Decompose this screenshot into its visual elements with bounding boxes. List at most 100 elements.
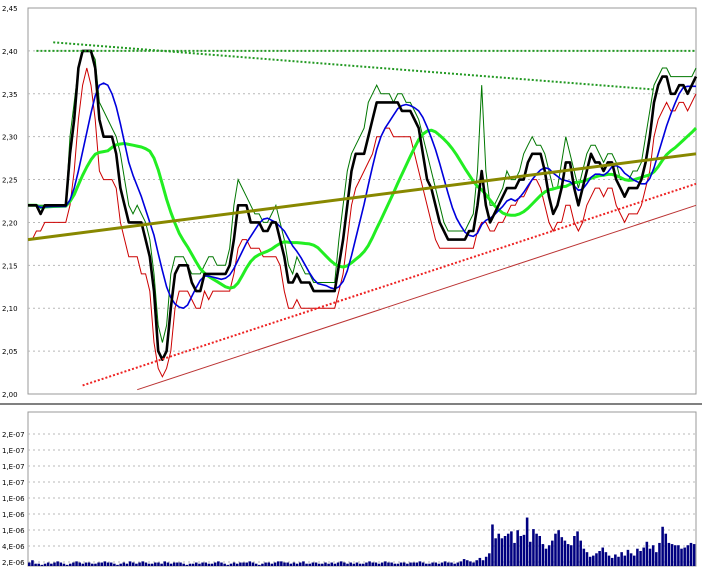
volume-bar [519, 536, 523, 566]
volume-bar [343, 562, 346, 566]
volume-tick-label: 1,E-06 [2, 527, 25, 535]
volume-bar [437, 563, 441, 566]
volume-bar [484, 556, 488, 566]
volume-bar [450, 562, 453, 566]
volume-bar [614, 554, 617, 566]
volume-tick-label: 1,E-06 [2, 495, 25, 503]
volume-bar [91, 563, 94, 566]
volume-bar [305, 563, 308, 566]
volume-bar [472, 562, 475, 566]
volume-bar [267, 562, 271, 566]
volume-bar [355, 562, 359, 566]
volume-bar [434, 562, 438, 566]
volume-bar [692, 544, 696, 566]
volume-bar [207, 563, 211, 566]
price-tick-label: 2,35 [2, 91, 18, 99]
volume-bar [368, 561, 371, 566]
volume-bar [154, 562, 157, 566]
volume-bar [352, 563, 356, 566]
volume-bar [324, 562, 327, 566]
volume-bar [314, 562, 318, 566]
volume-bar [639, 551, 642, 566]
volume-bar [75, 561, 78, 566]
volume-bar [94, 563, 97, 566]
volume-bar [122, 562, 126, 566]
volume-bar [595, 553, 598, 566]
volume-bar [141, 561, 144, 566]
volume-bar [97, 562, 100, 566]
volume-bar [459, 561, 463, 566]
volume-bar [302, 561, 305, 566]
volume-bar [406, 563, 409, 566]
volume-bar [232, 562, 236, 566]
volume-bar [585, 552, 589, 566]
price-tick-label: 2,40 [2, 48, 18, 56]
volume-bar [673, 545, 677, 566]
volume-bar [516, 530, 519, 566]
price-tick-label: 2,05 [2, 348, 18, 356]
volume-tick-label: 1,E-07 [2, 463, 25, 471]
volume-bar [655, 552, 658, 566]
volume-bar [201, 562, 204, 566]
volume-bar [289, 563, 293, 566]
price-tick-label: 2,30 [2, 134, 18, 142]
volume-bar [365, 562, 368, 566]
volume-bar [358, 563, 362, 566]
volume-bar [623, 555, 627, 566]
volume-bar [28, 562, 31, 566]
volume-bar [560, 537, 564, 566]
volume-bar [469, 561, 472, 566]
volume-bar [387, 562, 390, 566]
volume-bar [374, 562, 378, 566]
volume-bar [185, 564, 189, 566]
volume-bar [78, 562, 81, 566]
volume-bar [677, 545, 680, 566]
volume-bar [604, 552, 608, 566]
volume-bar [34, 563, 37, 566]
volume-bar [384, 561, 387, 566]
volume-bar [440, 562, 444, 566]
volume-bar [261, 563, 264, 566]
volume-bar [402, 562, 406, 566]
volume-bar [617, 556, 620, 566]
volume-bar [481, 560, 485, 566]
volume-bar [43, 563, 47, 566]
volume-panel-frame [27, 411, 697, 567]
volume-bar [475, 560, 478, 566]
volume-bar [160, 563, 163, 566]
volume-bar [670, 544, 674, 566]
volume-bar [131, 562, 135, 566]
volume-bar [53, 562, 56, 566]
volume-bar [339, 561, 343, 566]
volume-bar [223, 563, 226, 566]
volume-bar [465, 560, 469, 566]
volume-bar [226, 564, 230, 566]
volume-bar [620, 552, 623, 566]
volume-bar [563, 540, 567, 566]
volume-bar [68, 563, 72, 566]
volume-bar [598, 551, 601, 566]
volume-bar [510, 531, 513, 566]
volume-bar [327, 563, 330, 566]
volume-bar [254, 563, 258, 566]
volume-bar [204, 562, 208, 566]
volume-bar [544, 548, 548, 566]
volume-bar [576, 531, 579, 566]
volume-bar [626, 549, 630, 566]
volume-bar [144, 562, 148, 566]
volume-bar [573, 536, 576, 566]
volume-bar [645, 541, 649, 566]
volume-bar [541, 544, 545, 566]
volume-bar [235, 563, 239, 566]
volume-bar [648, 548, 652, 566]
volume-bar [491, 524, 494, 566]
price-tick-label: 2,25 [2, 177, 18, 185]
volume-bar [87, 562, 91, 566]
volume-bar [179, 562, 182, 566]
volume-bar [601, 547, 605, 566]
volume-bar [658, 542, 661, 566]
volume-bar [651, 545, 655, 566]
volume-bar [525, 517, 529, 566]
price-y-axis: 2,45 2,40 2,35 2,30 2,25 2,20 2,15 2,10 2,05 2,00 [2, 5, 18, 399]
volume-tick-label: 4,E-06 [2, 543, 25, 551]
